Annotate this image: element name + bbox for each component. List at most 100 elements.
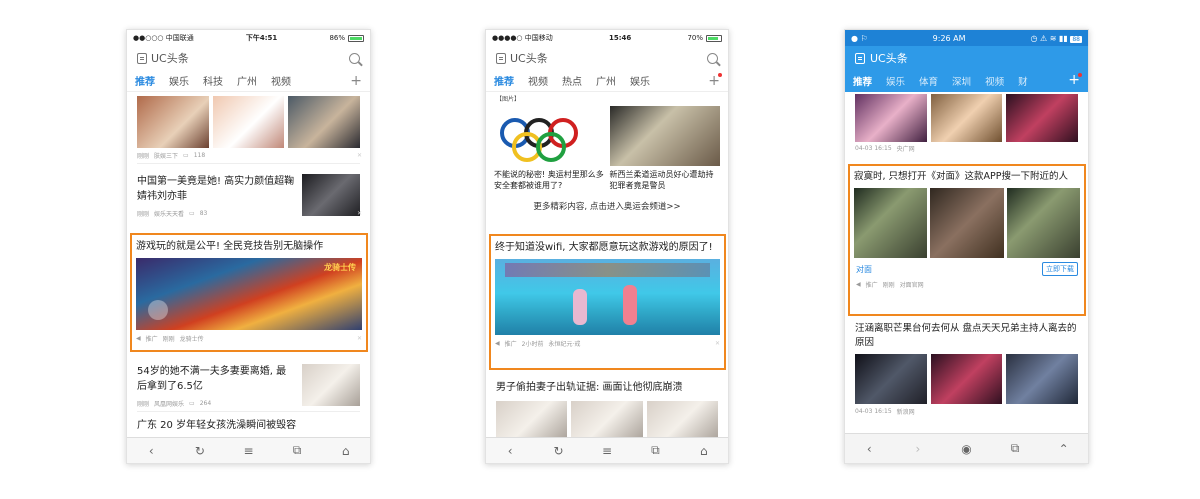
ad-brand: 对面 xyxy=(856,264,872,274)
back-icon[interactable]: ‹ xyxy=(862,442,876,456)
game-logo-text: 龙骑士传 xyxy=(324,263,356,272)
carrier-label: ●●○○○ 中国联通 xyxy=(133,34,194,42)
article-image xyxy=(855,354,927,404)
highlighted-ad-card[interactable]: 游戏玩的就是公平! 全民竞技告别无脑操作 龙骑士传 ◀ 推广 刚刚 龙骑士传 ✕ xyxy=(130,233,368,352)
speaker-icon: ◀ xyxy=(136,335,141,342)
list-item[interactable] xyxy=(486,395,728,441)
article-meta: 04-03 16:15 新浪网 xyxy=(845,404,1088,419)
add-channel-icon[interactable]: + xyxy=(350,73,362,89)
tab-shenzhen[interactable]: 深圳 xyxy=(952,74,971,88)
download-button[interactable]: 立即下载 xyxy=(1042,262,1078,276)
article-title[interactable]: 男子偷拍妻子出轨证据: 画面让他彻底崩溃 xyxy=(486,376,728,395)
dismiss-icon[interactable]: ✕ xyxy=(357,210,362,217)
tab-recommend[interactable]: 推荐 xyxy=(853,74,872,88)
forward-icon[interactable]: › xyxy=(911,442,925,456)
article-caption: 不能说的秘密! 奥运村里那么多安全套都被谁用了? xyxy=(494,170,604,190)
list-item[interactable]: 新西兰柔道运动员好心遭劫持 犯罪者竟是警员 xyxy=(609,106,720,191)
channel-tabs: 推荐 娱乐 体育 深圳 视频 财 + xyxy=(845,70,1088,92)
meta-source: 对面官网 xyxy=(899,282,924,289)
article-caption: 新西兰柔道运动员好心遭劫持 犯罪者竟是警员 xyxy=(609,170,714,190)
clock: 下午4:51 xyxy=(245,34,278,42)
status-bar: ● ⚐ 9:26 AM ◷ ⚠ ≋ ▮▮ 88 xyxy=(845,30,1088,46)
tab-sports[interactable]: 体育 xyxy=(919,74,938,88)
tab-entertainment[interactable]: 娱乐 xyxy=(630,73,650,88)
list-item[interactable] xyxy=(127,94,370,148)
list-item[interactable]: 不能说的秘密! 奥运村里那么多安全套都被谁用了? xyxy=(494,106,605,191)
meta-time: 刚刚 xyxy=(137,401,150,408)
ad-tag: 推广 xyxy=(504,341,517,348)
back-icon[interactable]: ‹ xyxy=(144,444,158,458)
clock: 9:26 AM xyxy=(932,33,966,43)
article-title[interactable]: 广东 20 岁年轻女孩洗澡瞬间被毁容 xyxy=(127,412,370,433)
channel-tabs: 推荐 视频 热点 广州 娱乐 + xyxy=(486,70,728,92)
meta-source: 风凰网娱乐 xyxy=(154,401,185,408)
menu-icon[interactable]: ≡ xyxy=(600,444,614,458)
tab-recommend[interactable]: 推荐 xyxy=(494,73,514,88)
tab-guangzhou[interactable]: 广州 xyxy=(596,73,616,88)
highlighted-ad-card[interactable]: 终于知道没wifi, 大家都愿意玩这款游戏的原因了! ◀ 推广 2小时前 永恒纪… xyxy=(489,234,726,370)
ad-title: 游戏玩的就是公平! 全民竞技告别无脑操作 xyxy=(136,241,324,252)
more-olympics-link[interactable]: 更多精彩内容, 点击进入奥运会频道>> xyxy=(486,191,728,219)
feed-lower: 54岁的她不满一夫多妻要离婚, 最后拿到了6.5亿 刚刚 风凰网娱乐 ▭ 264… xyxy=(127,360,370,433)
meta-source: 央广网 xyxy=(896,146,915,153)
windows-icon[interactable]: ⧉ xyxy=(290,443,304,458)
battery-percent: 86% xyxy=(329,34,345,42)
dismiss-icon[interactable]: ✕ xyxy=(715,340,720,347)
meta-count: 118 xyxy=(193,152,206,159)
bottom-nav: ‹ ↻ ≡ ⧉ ⌂ xyxy=(127,437,370,463)
search-icon[interactable] xyxy=(707,52,718,64)
app-title: UC头条 xyxy=(151,52,189,65)
search-icon[interactable] xyxy=(349,52,360,64)
app-header: UC头条 xyxy=(127,46,370,70)
ad-image xyxy=(495,259,720,335)
article-title[interactable]: 汪涵离职芒果台何去何从 盘点天天兄弟主持人离去的原因 xyxy=(845,322,1088,350)
tab-guangzhou[interactable]: 广州 xyxy=(237,73,257,88)
tab-recommend[interactable]: 推荐 xyxy=(135,73,155,88)
tab-tech[interactable]: 科技 xyxy=(203,73,223,88)
meta-time: 刚刚 xyxy=(162,336,175,343)
meta-source: 娱乐天天看 xyxy=(154,211,185,218)
status-right: 86% xyxy=(329,34,364,42)
home-icon[interactable]: ⌂ xyxy=(697,444,711,458)
ad-title: 终于知道没wifi, 大家都愿意玩这款游戏的原因了! xyxy=(495,242,713,253)
article-meta: 刚刚 风凰网娱乐 ▭ 264 xyxy=(127,396,370,411)
home-icon[interactable]: ⌂ xyxy=(339,444,353,458)
refresh-icon[interactable]: ↻ xyxy=(193,444,207,458)
tab-hot[interactable]: 热点 xyxy=(562,73,582,88)
highlighted-ad-card[interactable]: 寂寞时, 只想打开《对面》这款APP搜一下附近的人 对面 立即下载 ◀ 推广 刚… xyxy=(848,164,1086,316)
article-image xyxy=(288,96,361,148)
list-item[interactable] xyxy=(845,350,1088,404)
windows-icon[interactable]: ⧉ xyxy=(1008,441,1022,456)
feed: 刚刚 肤娱三下 ▭ 118 ✕ 中国第一美竟是她! 高实力颜值超鞠婧祎刘亦菲 刚… xyxy=(127,94,370,221)
meta-time: 2小时前 xyxy=(521,341,544,348)
up-arrow-icon[interactable]: ⌃ xyxy=(1057,442,1071,456)
windows-icon[interactable]: ⧉ xyxy=(648,443,662,458)
article-image xyxy=(1006,354,1079,404)
tab-video[interactable]: 视频 xyxy=(528,73,548,88)
list-item[interactable] xyxy=(845,92,1088,142)
tab-finance[interactable]: 财 xyxy=(1018,74,1028,88)
back-icon[interactable]: ‹ xyxy=(503,444,517,458)
dismiss-icon[interactable]: ✕ xyxy=(357,152,362,159)
comment-icon: ▭ xyxy=(189,400,195,407)
menu-icon[interactable]: ≡ xyxy=(241,444,255,458)
meta-count: 264 xyxy=(199,400,212,407)
ad-image: 龙骑士传 xyxy=(136,258,362,330)
article-image xyxy=(212,96,285,148)
refresh-icon[interactable]: ↻ xyxy=(552,444,566,458)
article-image xyxy=(930,354,1003,404)
article-image xyxy=(571,401,643,441)
tab-entertainment[interactable]: 娱乐 xyxy=(169,73,189,88)
panda-icon[interactable]: ◉ xyxy=(959,442,973,456)
tab-entertainment[interactable]: 娱乐 xyxy=(886,74,905,88)
tab-video[interactable]: 视频 xyxy=(271,73,291,88)
dismiss-icon[interactable]: ✕ xyxy=(357,335,362,342)
channel-tabs: 推荐 娱乐 科技 广州 视频 + xyxy=(127,70,370,92)
speaker-icon: ◀ xyxy=(856,281,861,288)
status-right: ◷ ⚠ ≋ ▮▮ 88 xyxy=(1030,33,1082,43)
bottom-nav: ‹ ↻ ≡ ⧉ ⌂ xyxy=(486,437,728,463)
speaker-icon: ◀ xyxy=(495,340,500,347)
tab-video[interactable]: 视频 xyxy=(985,74,1004,88)
notification-dot xyxy=(1078,73,1082,77)
status-bar: ●●●●○ 中国移动 15:46 70% xyxy=(486,30,728,46)
